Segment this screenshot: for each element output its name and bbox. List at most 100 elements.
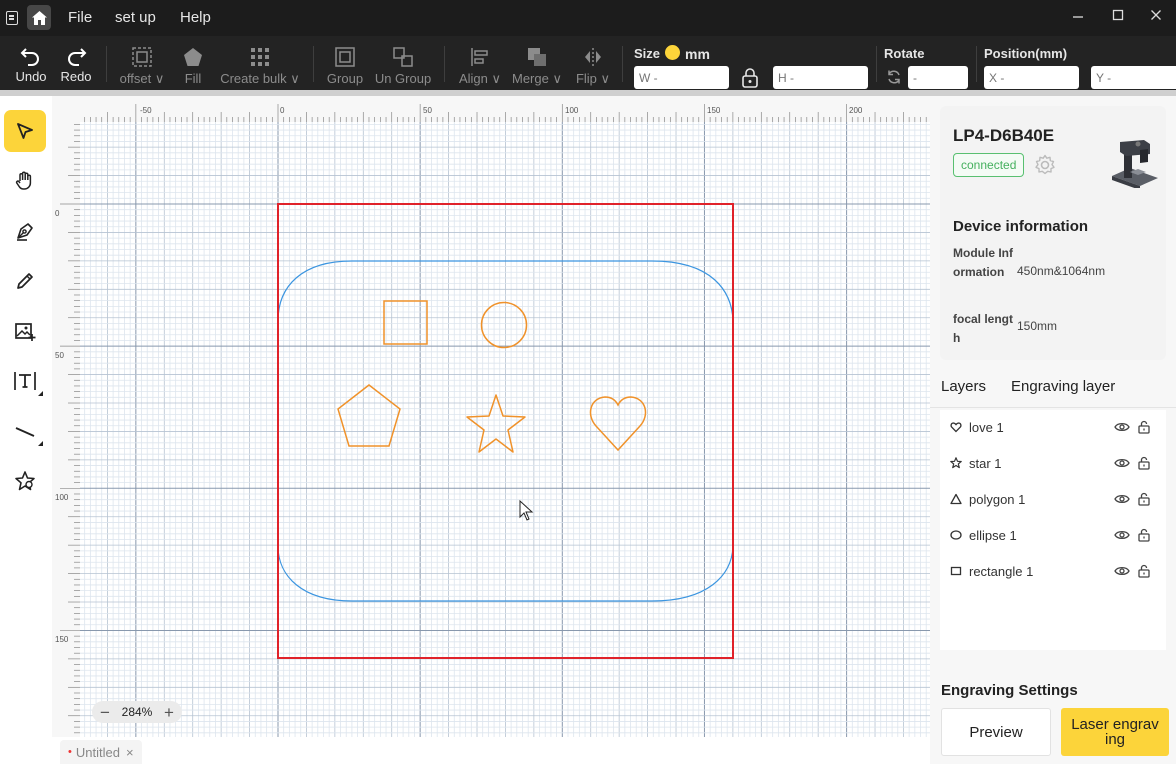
pan-tool[interactable] [4,160,46,202]
maximize-icon [1112,9,1124,21]
eye-icon[interactable] [1114,457,1130,469]
offset-button[interactable]: offset ∨ [118,36,166,90]
document-tab[interactable]: • Untitled × [60,740,142,764]
menu-file[interactable]: File [68,9,92,26]
align-button[interactable]: Align ∨ [458,36,502,90]
right-panel: LP4-D6B40E connected Device information … [930,96,1176,764]
ungroup-label: Un Group [374,71,432,86]
text-icon [14,372,36,390]
ruler-label-top: 0 [280,106,285,115]
group-label: Group [326,71,364,86]
tool-palette [0,96,52,764]
unlock-icon[interactable] [1137,492,1151,506]
undo-label: Undo [15,69,47,84]
pencil-tool[interactable] [4,260,46,302]
laser-engraver-icon [1112,140,1158,190]
close-window-button[interactable] [1146,8,1166,25]
offset-label: offset ∨ [119,71,165,86]
focal-length-value: 150mm [1017,319,1058,333]
fill-button[interactable]: Fill [178,36,208,90]
gear-icon [1035,154,1055,175]
more-options-icon [38,391,43,396]
unlock-icon[interactable] [1137,456,1151,470]
layer-row-ellipse[interactable]: ellipse 1 [940,518,1166,554]
layer-row-rectangle[interactable]: rectangle 1 [940,554,1166,590]
group-icon [335,47,355,67]
undo-icon [20,48,39,66]
minimize-button[interactable] [1068,8,1088,25]
toolbar-divider [876,46,877,82]
ruler-label-top: 200 [849,106,863,115]
position-label: Position(mm) [984,46,1068,61]
device-info-title: Device information [953,218,1089,235]
module-info-key: Module Information [953,246,1013,279]
layer-row-polygon[interactable]: polygon 1 [940,482,1166,518]
select-tool[interactable] [4,110,46,152]
rectangle-icon [950,566,962,576]
unlock-icon[interactable] [1137,564,1151,578]
text-tool[interactable] [4,360,46,402]
layer-name: star 1 [969,456,1002,471]
undo-button[interactable]: Undo [13,36,49,90]
rotate-input[interactable] [908,66,968,89]
eye-icon[interactable] [1114,421,1130,433]
tab-engraving-layer[interactable]: Engraving layer [1011,378,1115,395]
line-tool[interactable] [4,410,46,452]
device-settings-button[interactable] [1034,154,1056,181]
unlock-icon[interactable] [1137,528,1151,542]
maximize-button[interactable] [1108,8,1128,25]
align-label: Align ∨ [458,71,502,86]
flip-button[interactable]: Flip ∨ [575,36,611,90]
design-canvas[interactable]: -50 0 50 100 150 200 0 50 100 150 − 284%… [52,96,930,737]
height-input[interactable] [773,66,868,89]
layer-row-love[interactable]: love 1 [940,410,1166,446]
redo-button[interactable]: Redo [58,36,94,90]
unit-toggle-icon[interactable] [665,45,680,60]
shape-tool[interactable] [4,460,46,502]
layer-row-star[interactable]: star 1 [940,446,1166,482]
preview-button[interactable]: Preview [941,708,1051,756]
more-options-icon [38,441,43,446]
grid-icon [251,48,269,66]
ellipse-icon [950,530,962,540]
layer-tabs: Layers Engraving layer [930,366,1176,408]
pencil-icon [17,273,33,289]
image-tool[interactable] [4,310,46,352]
eye-icon[interactable] [1114,529,1130,541]
title-bar: File set up Help [0,0,1176,36]
unlock-icon[interactable] [1137,420,1151,434]
flip-icon [585,48,601,66]
redo-icon [68,48,87,66]
y-position-input[interactable] [1091,66,1176,89]
merge-button[interactable]: Merge ∨ [512,36,562,90]
eye-icon[interactable] [1114,493,1130,505]
create-bulk-button[interactable]: Create bulk ∨ [220,36,300,90]
ruler-label-top: 100 [565,106,579,115]
close-icon [1151,10,1161,20]
x-position-input[interactable] [984,66,1079,89]
connection-status-badge[interactable]: connected [953,153,1025,177]
top-ruler [52,96,930,122]
tab-layers[interactable]: Layers [941,378,986,395]
rotate-button[interactable] [886,69,902,90]
pen-tool[interactable] [4,210,46,252]
toolbar-divider [106,46,107,82]
ruler-label-top: 150 [707,106,721,115]
group-button[interactable]: Group [326,36,364,90]
eye-icon[interactable] [1114,565,1130,577]
pointer-icon [17,123,33,139]
merge-label: Merge ∨ [512,71,562,86]
width-input[interactable] [634,66,729,89]
toolbar: Undo Redo offset ∨ Fill Create bulk ∨ Gr… [0,36,1176,90]
zoom-in-button[interactable]: + [164,704,174,721]
zoom-out-button[interactable]: − [100,704,110,721]
close-tab-button[interactable]: × [126,745,134,760]
laser-engraving-button[interactable]: Laser engraving [1061,708,1169,756]
ungroup-button[interactable]: Un Group [374,36,432,90]
home-button[interactable] [27,5,51,30]
menu-setup[interactable]: set up [115,9,156,26]
menu-help[interactable]: Help [180,9,211,26]
ruler-label-left: 0 [55,209,60,218]
fill-pentagon-icon [184,48,202,66]
canvas-drawing[interactable]: -50 0 50 100 150 200 0 50 100 150 [52,96,930,737]
